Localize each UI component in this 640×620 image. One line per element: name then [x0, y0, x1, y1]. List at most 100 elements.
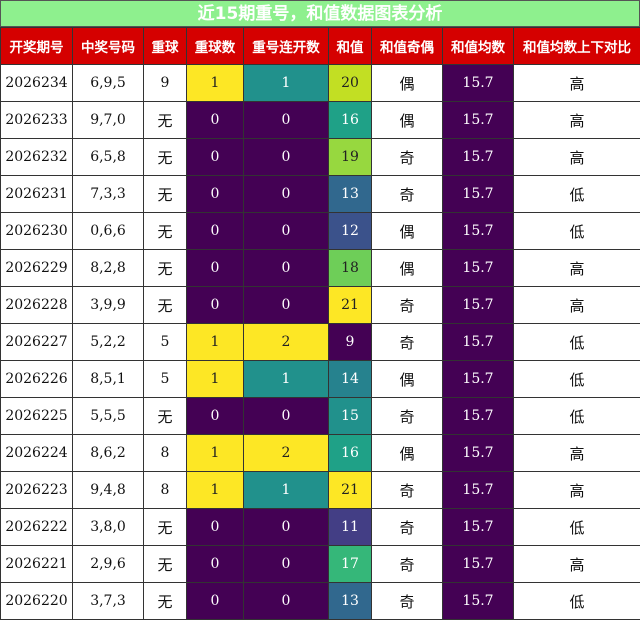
cell-parity: 奇 — [372, 139, 443, 176]
cell-average: 15.7 — [443, 546, 514, 583]
cell-compare: 低 — [514, 176, 640, 213]
cell-consecutive: 0 — [244, 546, 329, 583]
table-row: 20262298,2,8无0018偶15.7高 — [1, 250, 640, 287]
cell-period: 2026232 — [1, 139, 73, 176]
header-sum: 和值 — [329, 28, 372, 65]
table-row: 20262326,5,8无0019奇15.7高 — [1, 139, 640, 176]
cell-repeat-count: 0 — [187, 213, 244, 250]
cell-numbers: 0,6,6 — [73, 213, 144, 250]
cell-compare: 高 — [514, 472, 640, 509]
cell-repeat-count: 0 — [187, 102, 244, 139]
table-row: 20262212,9,6无0017奇15.7高 — [1, 546, 640, 583]
cell-consecutive: 0 — [244, 176, 329, 213]
cell-sum: 11 — [329, 509, 372, 546]
cell-period: 2026223 — [1, 472, 73, 509]
cell-repeat-count: 0 — [187, 139, 244, 176]
cell-repeat-count: 1 — [187, 435, 244, 472]
cell-consecutive: 0 — [244, 398, 329, 435]
cell-consecutive: 0 — [244, 287, 329, 324]
cell-compare: 高 — [514, 287, 640, 324]
cell-parity: 奇 — [372, 176, 443, 213]
cell-repeat: 8 — [144, 435, 187, 472]
cell-average: 15.7 — [443, 102, 514, 139]
cell-sum: 16 — [329, 102, 372, 139]
cell-period: 2026230 — [1, 213, 73, 250]
cell-repeat: 8 — [144, 472, 187, 509]
cell-repeat: 无 — [144, 102, 187, 139]
cell-compare: 高 — [514, 435, 640, 472]
cell-repeat: 无 — [144, 509, 187, 546]
cell-sum: 9 — [329, 324, 372, 361]
cell-period: 2026229 — [1, 250, 73, 287]
cell-repeat: 无 — [144, 398, 187, 435]
cell-sum: 15 — [329, 398, 372, 435]
cell-parity: 偶 — [372, 435, 443, 472]
cell-parity: 奇 — [372, 509, 443, 546]
cell-repeat: 无 — [144, 176, 187, 213]
cell-average: 15.7 — [443, 139, 514, 176]
cell-numbers: 3,9,9 — [73, 287, 144, 324]
cell-compare: 高 — [514, 546, 640, 583]
cell-sum: 20 — [329, 65, 372, 102]
cell-repeat: 无 — [144, 546, 187, 583]
cell-parity: 奇 — [372, 287, 443, 324]
cell-compare: 低 — [514, 324, 640, 361]
cell-average: 15.7 — [443, 361, 514, 398]
cell-average: 15.7 — [443, 287, 514, 324]
cell-average: 15.7 — [443, 435, 514, 472]
header-consecutive: 重号连开数 — [244, 28, 329, 65]
cell-repeat-count: 0 — [187, 250, 244, 287]
cell-average: 15.7 — [443, 398, 514, 435]
cell-consecutive: 1 — [244, 361, 329, 398]
header-period: 开奖期号 — [1, 28, 73, 65]
cell-consecutive: 1 — [244, 65, 329, 102]
table-row: 20262248,6,281216偶15.7高 — [1, 435, 640, 472]
cell-repeat: 无 — [144, 287, 187, 324]
cell-sum: 16 — [329, 435, 372, 472]
table-row: 20262239,4,881121奇15.7高 — [1, 472, 640, 509]
cell-sum: 18 — [329, 250, 372, 287]
cell-numbers: 2,9,6 — [73, 546, 144, 583]
header-repeat-count: 重球数 — [187, 28, 244, 65]
cell-compare: 高 — [514, 250, 640, 287]
table-row: 20262300,6,6无0012偶15.7低 — [1, 213, 640, 250]
cell-consecutive: 0 — [244, 139, 329, 176]
cell-repeat: 5 — [144, 324, 187, 361]
lottery-analysis-panel: 近15期重号，和值数据图表分析 开奖期号 中奖号码 重球 重球数 重号连开数 和… — [0, 0, 640, 618]
cell-compare: 高 — [514, 139, 640, 176]
cell-period: 2026228 — [1, 287, 73, 324]
cell-average: 15.7 — [443, 176, 514, 213]
cell-numbers: 8,5,1 — [73, 361, 144, 398]
header-average: 和值均数 — [443, 28, 514, 65]
cell-sum: 21 — [329, 287, 372, 324]
cell-period: 2026227 — [1, 324, 73, 361]
cell-compare: 高 — [514, 102, 640, 139]
cell-consecutive: 0 — [244, 250, 329, 287]
cell-sum: 17 — [329, 546, 372, 583]
table-body: 20262346,9,591120偶15.7高20262339,7,0无0016… — [1, 65, 640, 620]
cell-sum: 14 — [329, 361, 372, 398]
cell-numbers: 8,2,8 — [73, 250, 144, 287]
header-repeat: 重球 — [144, 28, 187, 65]
table-row: 20262203,7,3无0013奇15.7低 — [1, 583, 640, 620]
cell-parity: 奇 — [372, 398, 443, 435]
cell-parity: 偶 — [372, 65, 443, 102]
cell-numbers: 3,7,3 — [73, 583, 144, 620]
cell-repeat-count: 0 — [187, 398, 244, 435]
cell-period: 2026220 — [1, 583, 73, 620]
cell-compare: 低 — [514, 213, 640, 250]
table-row: 20262255,5,5无0015奇15.7低 — [1, 398, 640, 435]
cell-compare: 高 — [514, 65, 640, 102]
cell-numbers: 5,2,2 — [73, 324, 144, 361]
cell-numbers: 6,5,8 — [73, 139, 144, 176]
cell-parity: 奇 — [372, 472, 443, 509]
cell-repeat-count: 1 — [187, 472, 244, 509]
cell-repeat: 9 — [144, 65, 187, 102]
cell-average: 15.7 — [443, 509, 514, 546]
cell-sum: 12 — [329, 213, 372, 250]
cell-numbers: 7,3,3 — [73, 176, 144, 213]
cell-repeat-count: 0 — [187, 287, 244, 324]
cell-numbers: 6,9,5 — [73, 65, 144, 102]
cell-repeat: 无 — [144, 139, 187, 176]
cell-parity: 偶 — [372, 361, 443, 398]
